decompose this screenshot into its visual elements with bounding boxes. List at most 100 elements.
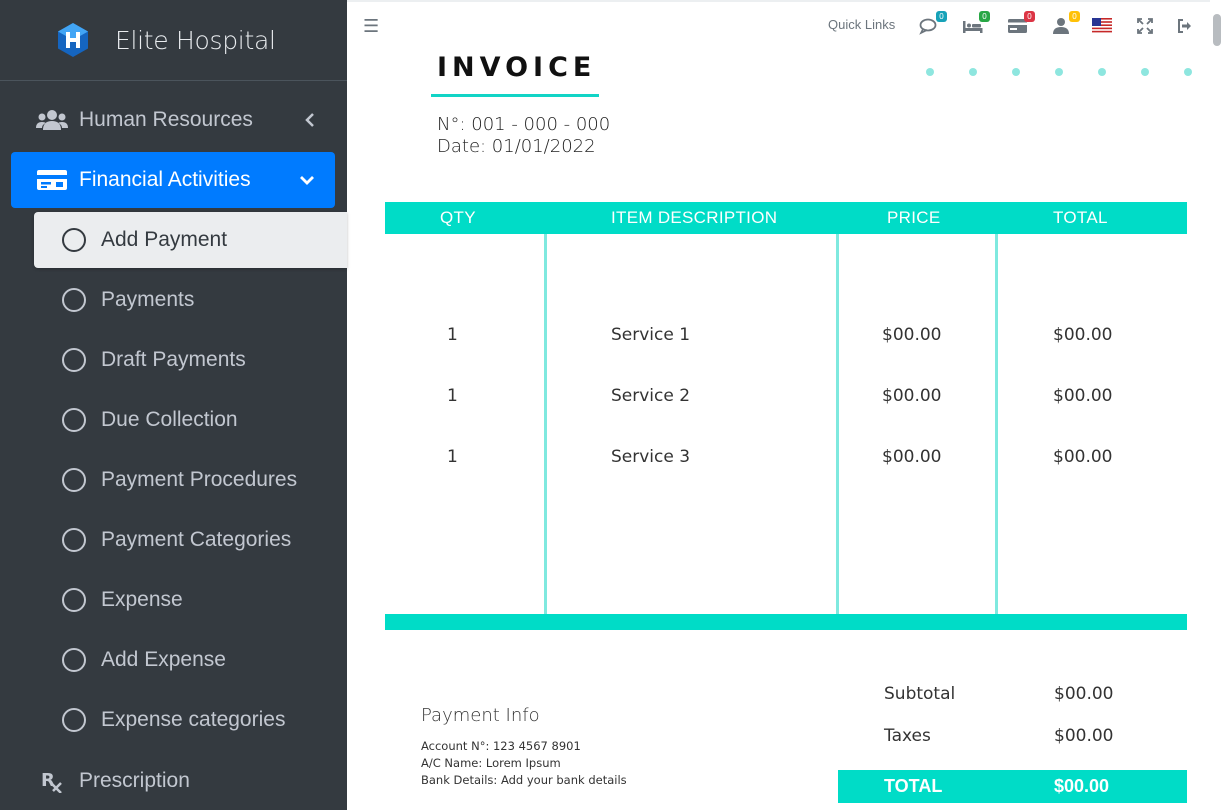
sidebar-item-label: Payment Categories	[101, 528, 292, 551]
decorative-dots	[926, 68, 1224, 76]
sidebar-item-label: Financial Activities	[79, 168, 251, 191]
total-bar: TOTAL $00.00	[838, 770, 1187, 803]
row-price: $00.00	[882, 325, 942, 345]
subtotal-value: $00.00	[1054, 684, 1114, 704]
brand-name: Elite Hospital	[115, 25, 276, 55]
dot	[969, 68, 977, 76]
circle-icon	[62, 408, 86, 432]
prescription-icon: R	[40, 769, 64, 793]
chevron-down-icon	[300, 176, 314, 185]
scrollbar-thumb[interactable]	[1213, 14, 1221, 46]
sidebar-item-human-resources[interactable]: Human Resources	[0, 91, 347, 149]
circle-icon	[62, 468, 86, 492]
sidebar-subitem-expense-categories[interactable]: Expense categories	[34, 692, 347, 748]
payment-account-number: Account N°: 123 4567 8901	[421, 739, 581, 753]
sidebar-subitem-draft-payments[interactable]: Draft Payments	[34, 332, 347, 388]
total-label: TOTAL	[884, 776, 943, 796]
sidebar-subitem-payments[interactable]: Payments	[34, 272, 347, 328]
sidebar-item-prescription[interactable]: R Prescription	[0, 752, 347, 810]
taxes-label: Taxes	[884, 726, 931, 746]
money-card-icon	[36, 168, 68, 192]
taxes-value: $00.00	[1054, 726, 1114, 746]
invoice-title-underline	[431, 94, 599, 97]
row-description: Service 1	[611, 325, 691, 345]
quick-links-link[interactable]: Quick Links	[828, 17, 895, 32]
row-qty: 1	[447, 447, 458, 467]
header-price: PRICE	[887, 208, 941, 227]
sidebar-item-label: Add Payment	[101, 228, 228, 251]
sidebar-item-financial-activities[interactable]: Financial Activities	[11, 152, 335, 208]
sidebar-subitem-due-collection[interactable]: Due Collection	[34, 392, 347, 448]
header-description: ITEM DESCRIPTION	[611, 208, 778, 227]
sidebar: Elite Hospital Human Resources Financial…	[0, 0, 347, 810]
sidebar-subitem-add-payment[interactable]: Add Payment	[34, 212, 347, 268]
sidebar-item-label: Payments	[101, 288, 195, 311]
chat-badge: 0	[936, 11, 947, 22]
sidebar-item-label: Expense	[101, 588, 183, 611]
svg-text:R: R	[41, 770, 55, 791]
dot	[926, 68, 934, 76]
top-navbar: ☰ Quick Links 0 0 0 0	[347, 0, 1224, 50]
row-price: $00.00	[882, 447, 942, 467]
row-qty: 1	[447, 386, 458, 406]
circle-icon	[62, 348, 86, 372]
circle-icon	[62, 648, 86, 672]
dot	[1098, 68, 1106, 76]
sidebar-item-label: Human Resources	[79, 108, 253, 131]
invoice-title: INVOICE	[437, 52, 597, 83]
payment-bank-details: Bank Details: Add your bank details	[421, 773, 627, 787]
column-divider	[836, 234, 839, 614]
sidebar-subitem-payment-procedures[interactable]: Payment Procedures	[34, 452, 347, 508]
bed-badge: 0	[979, 11, 990, 22]
sidebar-subitem-expense[interactable]: Expense	[34, 572, 347, 628]
row-qty: 1	[447, 325, 458, 345]
payment-account-name: A/C Name: Lorem Ipsum	[421, 756, 561, 770]
sidebar-item-label: Add Expense	[101, 648, 226, 671]
payment-card-icon[interactable]: 0	[1007, 11, 1035, 37]
row-description: Service 3	[611, 447, 691, 467]
dot	[1184, 68, 1192, 76]
sidebar-item-label: Expense categories	[101, 708, 286, 731]
circle-icon	[62, 228, 86, 252]
scrollbar[interactable]	[1210, 0, 1224, 810]
us-flag-icon[interactable]	[1092, 13, 1118, 37]
dot	[1141, 68, 1149, 76]
row-total: $00.00	[1053, 325, 1113, 345]
logout-icon[interactable]	[1177, 13, 1203, 37]
sidebar-subitem-add-expense[interactable]: Add Expense	[34, 632, 347, 688]
total-value: $00.00	[1054, 776, 1110, 796]
row-total: $00.00	[1053, 447, 1113, 467]
header-total: TOTAL	[1053, 208, 1108, 227]
brand-link[interactable]: Elite Hospital	[0, 0, 347, 81]
invoice-number: N°: 001 - 000 - 000	[437, 114, 611, 135]
user-icon[interactable]: 0	[1052, 11, 1080, 37]
fullscreen-icon[interactable]	[1137, 13, 1163, 37]
column-divider	[544, 234, 547, 614]
invoice-date: Date: 01/01/2022	[437, 136, 596, 157]
row-description: Service 2	[611, 386, 691, 406]
row-price: $00.00	[882, 386, 942, 406]
invoice-table-footer-bar	[385, 614, 1187, 630]
hospital-logo-icon	[58, 23, 88, 57]
circle-icon	[62, 528, 86, 552]
payment-badge: 0	[1024, 11, 1035, 22]
circle-icon	[62, 588, 86, 612]
users-icon	[36, 108, 68, 132]
circle-icon	[62, 708, 86, 732]
bed-icon[interactable]: 0	[962, 11, 990, 37]
payment-info-title: Payment Info	[421, 705, 540, 726]
circle-icon	[62, 288, 86, 312]
header-qty: QTY	[440, 208, 476, 227]
menu-toggle-icon[interactable]: ☰	[363, 16, 379, 37]
invoice-table-header: QTY ITEM DESCRIPTION PRICE TOTAL	[385, 202, 1187, 234]
chevron-left-icon	[305, 113, 314, 127]
sidebar-item-label: Prescription	[79, 769, 190, 792]
row-total: $00.00	[1053, 386, 1113, 406]
sidebar-item-label: Payment Procedures	[101, 468, 298, 491]
topbar-border	[347, 0, 1224, 2]
dot	[1055, 68, 1063, 76]
chat-icon[interactable]: 0	[919, 11, 947, 37]
dot	[1012, 68, 1020, 76]
column-divider	[995, 234, 998, 614]
sidebar-subitem-payment-categories[interactable]: Payment Categories	[34, 512, 347, 568]
